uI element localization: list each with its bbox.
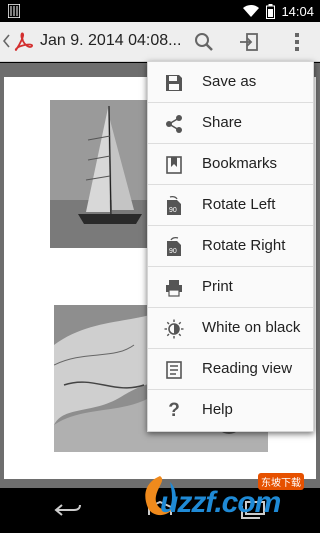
menu-item-label: Reading view: [202, 360, 293, 377]
menu-item-help[interactable]: ? Help: [148, 390, 313, 431]
night-mode-icon: [164, 319, 184, 339]
menu-item-label: Rotate Right: [202, 237, 286, 254]
rotate-right-icon: 90: [164, 237, 184, 257]
svg-text:90: 90: [169, 248, 177, 255]
print-icon: [164, 278, 184, 298]
save-icon: [164, 73, 184, 93]
rotate-left-icon: 90: [164, 196, 184, 216]
overflow-icon: [295, 33, 299, 51]
sailboat-photo: [50, 100, 150, 248]
exit-button[interactable]: [234, 28, 264, 56]
menu-item-label: Bookmarks: [202, 155, 278, 172]
menu-item-label: Help: [202, 401, 233, 418]
watermark-text: uzzf.com: [160, 486, 281, 519]
overflow-button[interactable]: [282, 28, 312, 56]
site-watermark: uzzf.com 东坡下载: [140, 468, 318, 524]
search-icon: [195, 33, 213, 51]
back-icon: [54, 504, 81, 516]
search-button[interactable]: [189, 28, 219, 56]
status-bar: 14:04: [0, 0, 320, 22]
menu-item-label: Save as: [202, 73, 257, 90]
watermark-badge: 东坡下载: [258, 473, 304, 490]
bookmark-icon: [164, 155, 184, 175]
menu-item-white-on-black[interactable]: White on black: [148, 308, 313, 349]
pdf-icon[interactable]: [13, 31, 35, 53]
menu-item-rotate-left[interactable]: 90 Rotate Left: [148, 185, 313, 226]
nav-back-button[interactable]: [50, 498, 84, 522]
reading-view-icon: [164, 360, 184, 380]
menu-item-bookmarks[interactable]: Bookmarks: [148, 144, 313, 185]
menu-item-label: Share: [202, 114, 243, 131]
document-title[interactable]: Jan 9. 2014 04:08...: [40, 32, 181, 50]
menu-item-reading-view[interactable]: Reading view: [148, 349, 313, 390]
menu-item-label: Print: [202, 278, 233, 295]
exit-icon: [240, 33, 258, 51]
back-chevron-icon[interactable]: [3, 34, 11, 48]
wifi-icon: [243, 4, 260, 17]
notification-icon: [8, 4, 20, 18]
status-time: 14:04: [281, 3, 314, 19]
menu-item-print[interactable]: Print: [148, 267, 313, 308]
help-icon: ?: [168, 400, 180, 421]
menu-item-label: White on black: [202, 319, 301, 336]
menu-item-share[interactable]: Share: [148, 103, 313, 144]
menu-item-rotate-right[interactable]: 90 Rotate Right: [148, 226, 313, 267]
menu-item-label: Rotate Left: [202, 196, 276, 213]
svg-text:90: 90: [169, 207, 177, 214]
battery-icon: [266, 3, 276, 19]
overflow-menu: Save as Share Bookmarks 90 Rotate Left 9…: [147, 61, 314, 432]
share-icon: [164, 114, 184, 134]
menu-item-save-as[interactable]: Save as: [148, 62, 313, 103]
action-bar: Jan 9. 2014 04:08...: [0, 22, 320, 62]
